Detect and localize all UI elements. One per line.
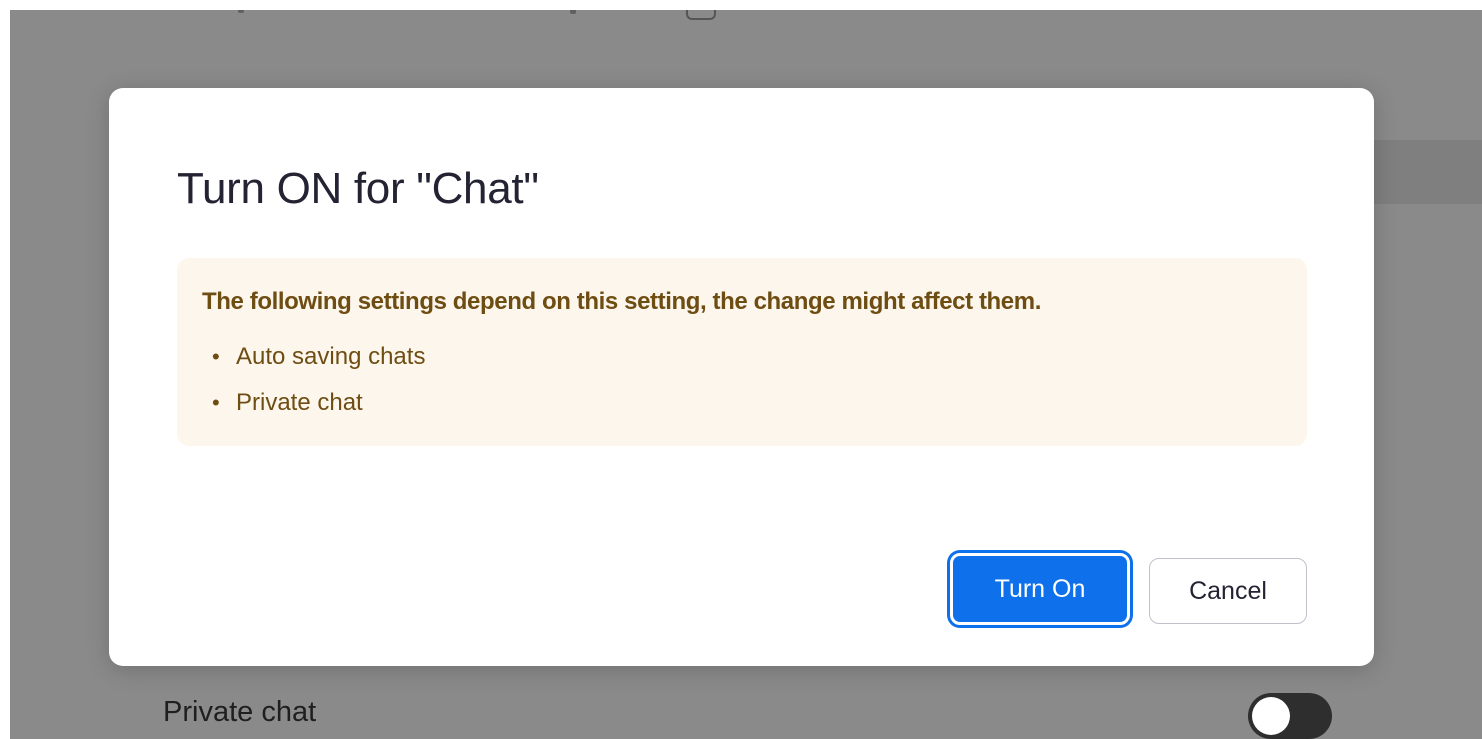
turn-on-button[interactable]: Turn On <box>950 553 1130 625</box>
warning-heading: The following settings depend on this se… <box>202 288 1041 315</box>
list-item: • Auto saving chats <box>202 342 425 388</box>
private-chat-toggle[interactable] <box>1248 693 1332 739</box>
list-item: • Private chat <box>202 388 425 434</box>
private-chat-setting-label: Private chat <box>163 696 317 728</box>
background-fragment <box>238 10 244 13</box>
dialog-title: Turn ON for "Chat" <box>177 164 539 213</box>
dependent-setting-label: Auto saving chats <box>236 343 426 370</box>
background-section-band <box>1374 140 1482 204</box>
dependent-setting-label: Private chat <box>236 389 363 416</box>
settings-page-overlay: Private chat Turn ON for "Chat" The foll… <box>10 10 1482 739</box>
background-fragment <box>570 10 576 14</box>
dependency-warning: The following settings depend on this se… <box>177 258 1307 446</box>
bullet-icon: • <box>212 344 220 369</box>
background-checkbox <box>686 10 716 20</box>
turn-on-dialog: Turn ON for "Chat" The following setting… <box>109 88 1374 666</box>
dependent-settings-list: • Auto saving chats • Private chat <box>202 342 425 434</box>
cancel-button[interactable]: Cancel <box>1149 558 1307 624</box>
toggle-knob <box>1252 697 1290 735</box>
bullet-icon: • <box>212 390 220 415</box>
